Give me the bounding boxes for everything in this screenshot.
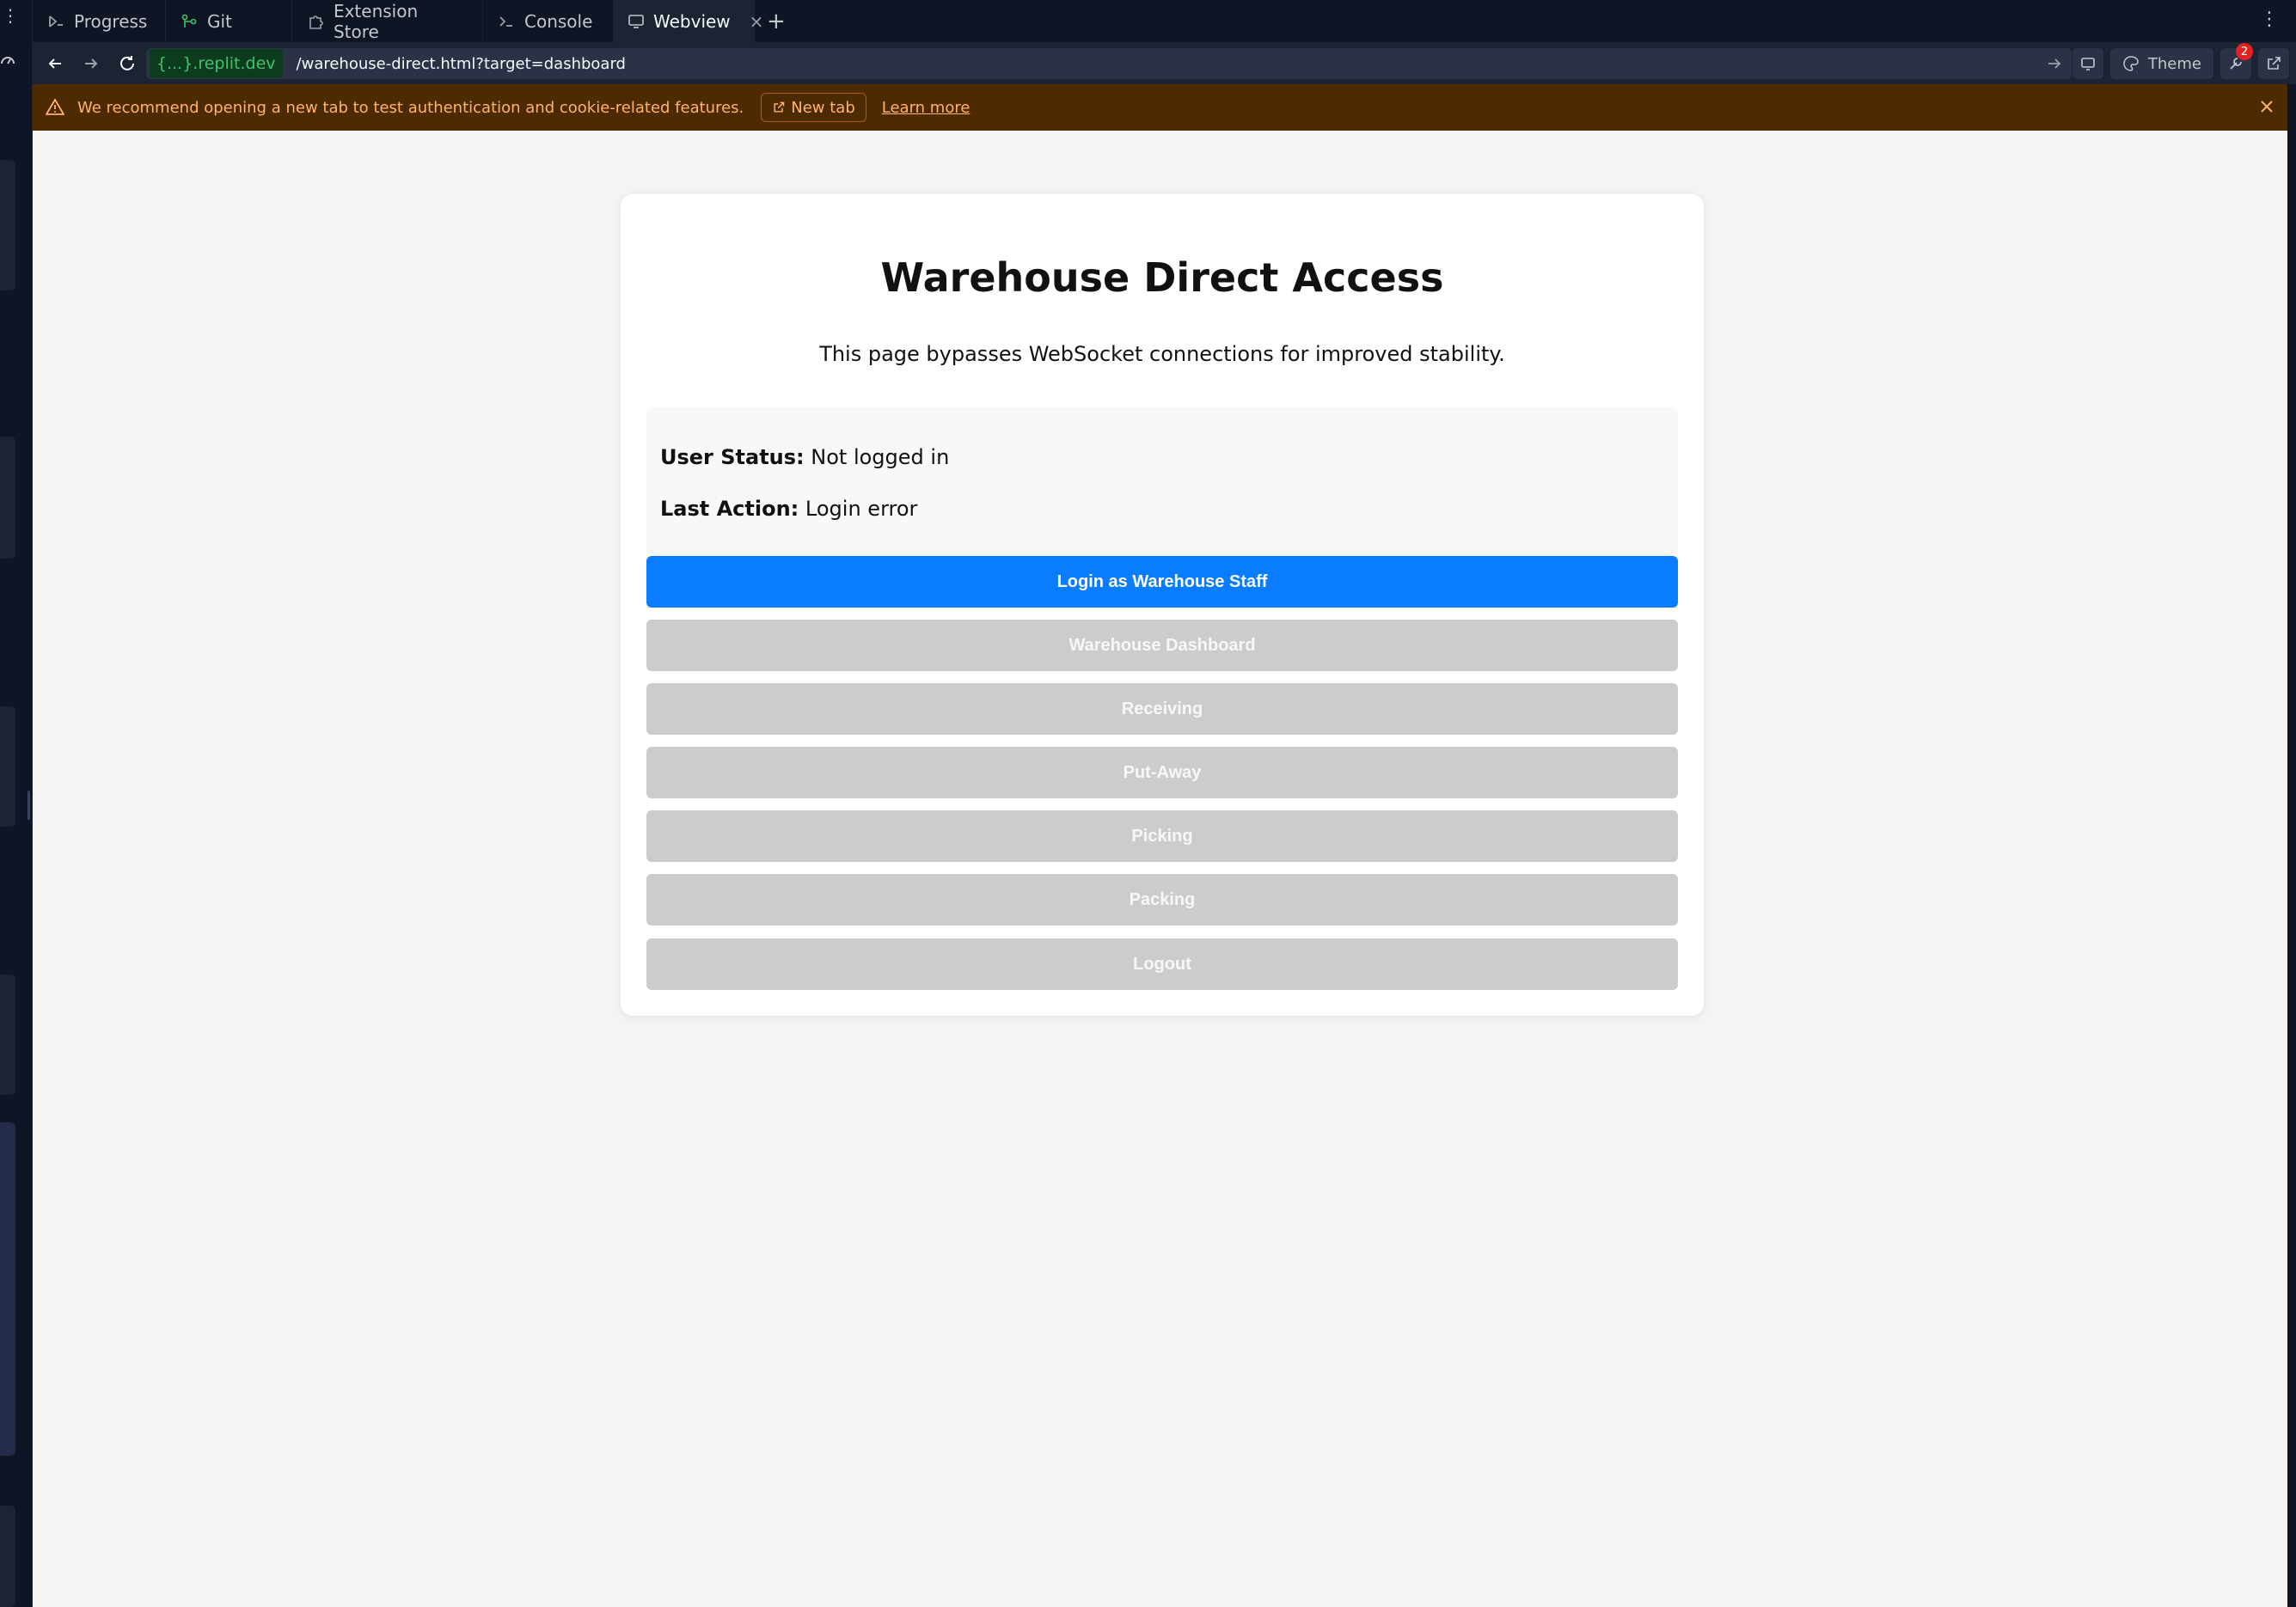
git-icon (180, 12, 199, 31)
putaway-button[interactable]: Put-Away (646, 747, 1678, 798)
rail-panel[interactable] (0, 1122, 15, 1456)
webview-content: Warehouse Direct Access This page bypass… (33, 131, 2287, 1607)
progress-icon (46, 12, 65, 31)
arrow-left-icon (48, 58, 61, 69)
tab-console[interactable]: Console (483, 0, 614, 43)
back-button[interactable] (37, 46, 73, 82)
url-path: /warehouse-direct.html?target=dashboard (296, 54, 626, 73)
more-vertical-icon[interactable]: ⋮ (2260, 9, 2279, 30)
monitor-icon (628, 12, 645, 31)
picking-button[interactable]: Picking (646, 810, 1678, 862)
external-link-icon (2268, 57, 2281, 70)
new-tab-label: New tab (791, 98, 855, 117)
chat-icon (2081, 58, 2095, 70)
learn-more-link[interactable]: Learn more (882, 99, 970, 117)
page-title: Warehouse Direct Access (880, 254, 1444, 301)
reload-button[interactable] (109, 46, 145, 82)
last-action-label: Last Action: (660, 497, 799, 521)
theme-button[interactable]: Theme (2109, 48, 2213, 79)
user-status-value: Not logged in (811, 445, 950, 469)
tab-label: Progress (74, 10, 148, 32)
warning-banner: We recommend opening a new tab to test a… (33, 84, 2287, 131)
terminal-icon (497, 12, 516, 31)
resize-handle[interactable] (28, 791, 30, 820)
warning-icon (46, 99, 64, 115)
external-link-icon (774, 101, 785, 113)
tab-progress[interactable]: Progress (33, 0, 166, 43)
page-subtitle: This page bypasses WebSocket connections… (819, 342, 1505, 366)
tab-git[interactable]: Git (166, 0, 292, 43)
speedometer-icon[interactable] (0, 53, 15, 69)
rail-panel[interactable] (0, 437, 15, 559)
status-panel: User Status: Not logged in Last Action: … (646, 407, 1678, 555)
open-external-button[interactable] (2258, 48, 2289, 79)
rail-panel[interactable] (0, 160, 15, 290)
receiving-button[interactable]: Receiving (646, 683, 1678, 735)
new-tab-button[interactable]: New tab (761, 93, 866, 122)
packing-button[interactable]: Packing (646, 874, 1678, 926)
logout-button[interactable]: Logout (646, 938, 1678, 990)
banner-message: We recommend opening a new tab to test a… (77, 98, 744, 117)
arrow-right-icon (85, 58, 98, 69)
arrow-right-icon[interactable] (2046, 55, 2063, 72)
tab-label: Console (524, 10, 593, 32)
url-domain: {...}.replit.dev (150, 49, 283, 78)
rail-panel[interactable] (0, 1506, 15, 1607)
more-vertical-icon[interactable]: ⋮ (2, 7, 19, 33)
last-action: Last Action: Login error (660, 497, 917, 521)
palette-icon (2123, 56, 2139, 71)
dashboard-button[interactable]: Warehouse Dashboard (646, 620, 1678, 671)
address-bar-actions: Theme 2 (2072, 43, 2296, 81)
access-card: Warehouse Direct Access This page bypass… (621, 194, 1704, 1016)
devtools-button[interactable] (2072, 48, 2103, 79)
notification-badge: 2 (2236, 43, 2253, 60)
add-tab-icon[interactable]: + (755, 9, 798, 34)
tab-webview[interactable]: Webview × (614, 0, 763, 43)
tab-bar: Progress Git Extension Store Console Web… (33, 0, 2296, 43)
user-status: User Status: Not logged in (660, 445, 949, 469)
tools-button[interactable]: 2 (2220, 43, 2253, 79)
login-button[interactable]: Login as Warehouse Staff (646, 556, 1678, 608)
reload-icon (120, 56, 134, 70)
address-bar: {...}.replit.dev /warehouse-direct.html?… (33, 43, 2296, 84)
url-field[interactable]: {...}.replit.dev /warehouse-direct.html?… (146, 48, 2072, 79)
user-status-label: User Status: (660, 445, 805, 469)
rail-panel[interactable] (0, 975, 15, 1095)
last-action-value: Login error (805, 497, 918, 521)
puzzle-icon (306, 12, 325, 31)
theme-label: Theme (2147, 54, 2201, 73)
close-icon[interactable] (2256, 96, 2277, 117)
tab-extension-store[interactable]: Extension Store (292, 0, 483, 43)
left-rail: ⋮ (0, 0, 33, 1607)
forward-button[interactable] (73, 46, 109, 82)
rail-panel[interactable] (0, 706, 15, 827)
tab-label: Git (207, 10, 232, 32)
tab-label: Extension Store (333, 0, 419, 42)
tab-label: Webview (653, 10, 731, 32)
